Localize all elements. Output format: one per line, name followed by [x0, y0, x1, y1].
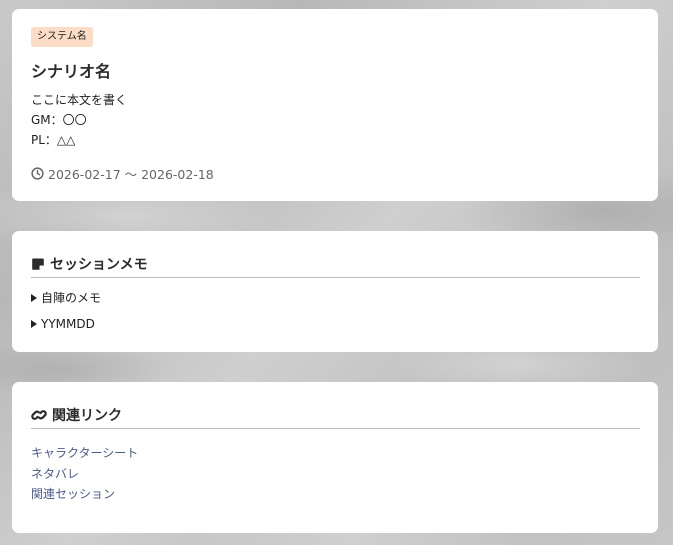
related-links-card: 関連リンク キャラクターシート ネタバレ 関連セッション — [12, 382, 658, 533]
memo-item-label: YYMMDD — [41, 317, 95, 331]
clock-icon — [31, 167, 44, 180]
date-range-text: 2026-02-17 ～ 2026-02-18 — [48, 167, 214, 182]
memo-item-own-notes[interactable]: 自陣のメモ — [31, 289, 101, 306]
disclosure-triangle-icon — [31, 320, 37, 328]
system-badge: システム名 — [31, 27, 93, 47]
session-memo-card: セッションメモ 自陣のメモ YYMMDD — [12, 231, 658, 352]
sticky-note-icon — [31, 257, 45, 271]
scenario-card: システム名 シナリオ名 ここに本文を書く GM：〇〇 PL：△△ 2026-02… — [12, 9, 658, 201]
related-links-header: 関連リンク — [31, 402, 640, 429]
session-memo-header: セッションメモ — [31, 251, 640, 278]
disclosure-triangle-icon — [31, 293, 37, 302]
scenario-title: シナリオ名 — [31, 62, 112, 81]
body-text-line: ここに本文を書く — [31, 93, 128, 107]
link-spoilers[interactable]: ネタバレ — [31, 465, 79, 482]
session-memo-title: セッションメモ — [50, 257, 148, 273]
link-character-sheet[interactable]: キャラクターシート — [31, 444, 138, 461]
memo-item-yymmdd[interactable]: YYMMDD — [31, 317, 95, 331]
session-date-range: 2026-02-17 ～ 2026-02-18 — [31, 164, 214, 183]
gm-line: GM：〇〇 — [31, 113, 87, 127]
related-links-title: 関連リンク — [52, 408, 122, 424]
link-related-sessions[interactable]: 関連セッション — [31, 485, 115, 502]
pl-line: PL：△△ — [31, 133, 76, 147]
memo-item-label: 自陣のメモ — [41, 291, 102, 305]
link-icon — [31, 408, 47, 422]
